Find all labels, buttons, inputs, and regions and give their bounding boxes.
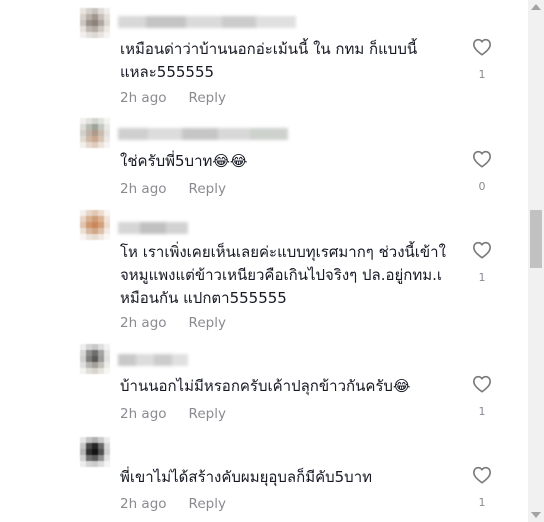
comment-text: บ้านนอกไม่มีหรอกครับเค้าปลุกข้าวกันครับ😂 bbox=[120, 377, 411, 395]
like-count: 1 bbox=[478, 496, 486, 509]
comment-meta: 2h ago Reply bbox=[120, 496, 226, 512]
reply-button[interactable]: Reply bbox=[189, 315, 226, 331]
comment-meta: 2h ago Reply bbox=[120, 315, 226, 331]
avatar[interactable] bbox=[80, 344, 110, 374]
comment-time: 2h ago bbox=[120, 496, 167, 512]
like-button[interactable]: 1 bbox=[470, 38, 494, 81]
reply-button[interactable]: Reply bbox=[189, 181, 226, 197]
heart-outline-icon[interactable] bbox=[472, 150, 492, 168]
username-blurred[interactable] bbox=[118, 354, 188, 366]
comment-text: โห เราเพิ่งเคยเห็นเลยค่ะแบบทุเรศมากๆ ช่ว… bbox=[120, 243, 446, 307]
comment-meta: 2h ago Reply bbox=[120, 181, 226, 197]
scroll-down-arrow-icon[interactable] bbox=[531, 512, 541, 518]
avatar[interactable] bbox=[80, 118, 110, 148]
like-count: 0 bbox=[478, 180, 486, 193]
reply-button[interactable]: Reply bbox=[189, 496, 226, 512]
comment-text: พี่เขาไม่ได้สร้างคับผมยุอุบลก็มีคับ5บาท bbox=[120, 468, 373, 486]
like-button[interactable]: 1 bbox=[470, 241, 494, 284]
username-blurred[interactable] bbox=[118, 16, 296, 28]
comment-meta: 2h ago Reply bbox=[120, 90, 226, 106]
comment-text: ใช่ครับพี่5บาท😂😂 bbox=[120, 152, 248, 170]
scrollbar[interactable] bbox=[528, 0, 544, 522]
comment-text: เหมือนด่าว่าบ้านนอกอ่ะเม้นนี้ ใน กทม ก็แ… bbox=[120, 40, 418, 81]
like-button[interactable]: 1 bbox=[470, 375, 494, 418]
like-button[interactable]: 0 bbox=[470, 150, 494, 193]
like-button[interactable]: 1 bbox=[470, 466, 494, 509]
comment-time: 2h ago bbox=[120, 315, 167, 331]
like-count: 1 bbox=[478, 405, 486, 418]
avatar[interactable] bbox=[80, 437, 110, 467]
avatar[interactable] bbox=[80, 210, 110, 240]
heart-outline-icon[interactable] bbox=[472, 375, 492, 393]
reply-button[interactable]: Reply bbox=[189, 90, 226, 106]
comment-time: 2h ago bbox=[120, 181, 167, 197]
heart-outline-icon[interactable] bbox=[472, 241, 492, 259]
comment-time: 2h ago bbox=[120, 406, 167, 422]
comment-meta: 2h ago Reply bbox=[120, 406, 226, 422]
heart-outline-icon[interactable] bbox=[472, 466, 492, 484]
username-blurred[interactable] bbox=[118, 222, 188, 234]
comment-time: 2h ago bbox=[120, 90, 167, 106]
like-count: 1 bbox=[478, 271, 486, 284]
scroll-thumb[interactable] bbox=[530, 210, 542, 268]
like-count: 1 bbox=[478, 68, 486, 81]
reply-button[interactable]: Reply bbox=[189, 406, 226, 422]
heart-outline-icon[interactable] bbox=[472, 38, 492, 56]
username-blurred[interactable] bbox=[118, 128, 288, 140]
scroll-up-arrow-icon[interactable] bbox=[531, 4, 541, 10]
avatar[interactable] bbox=[80, 8, 110, 38]
